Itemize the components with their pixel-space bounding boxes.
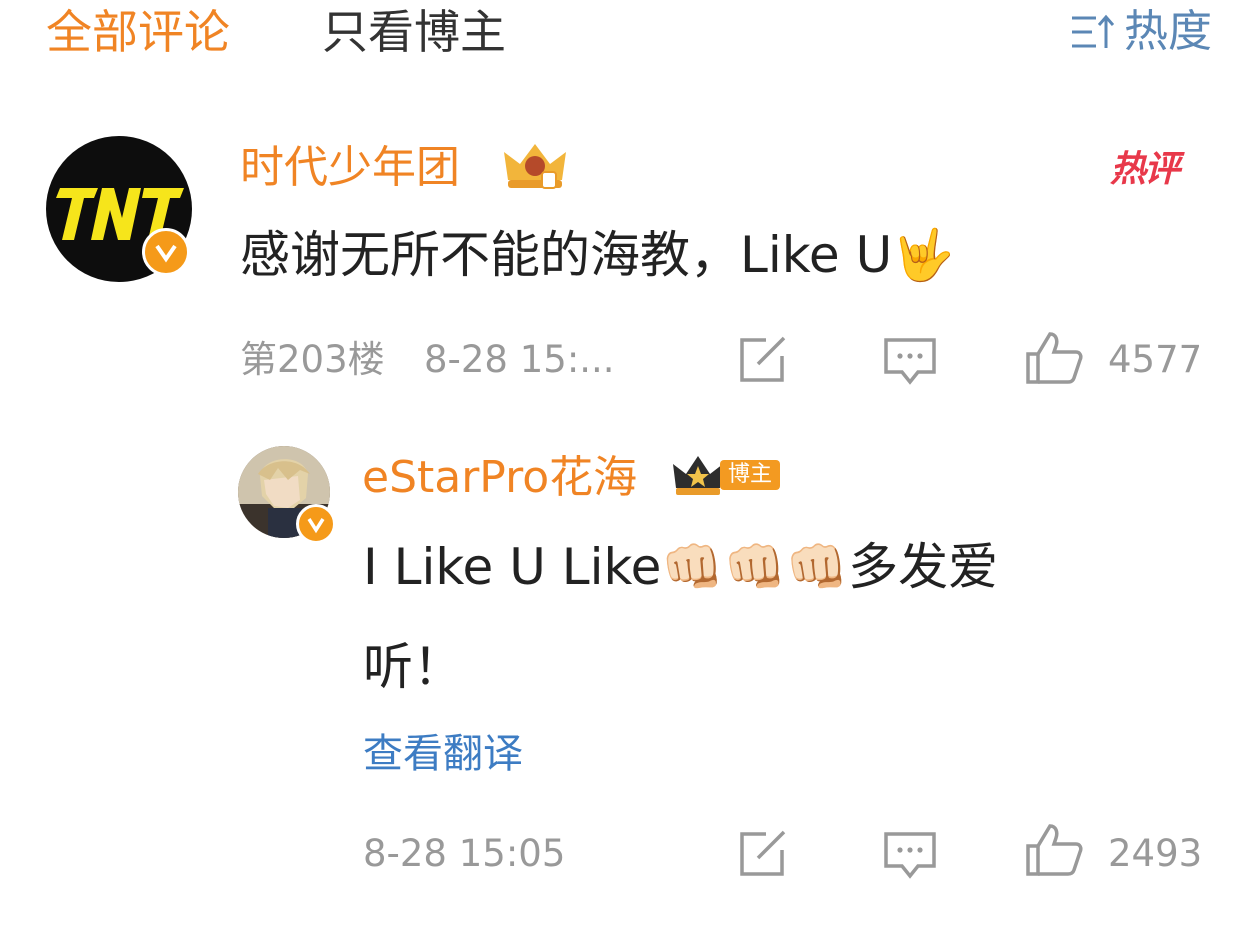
reply-text-line2: 听！ <box>363 638 463 696</box>
like-icon[interactable] <box>1024 822 1084 878</box>
sort-icon <box>1072 14 1114 48</box>
hot-comment-badge: 热评 <box>1110 149 1180 190</box>
comment-icon[interactable] <box>882 828 938 880</box>
share-icon[interactable] <box>736 828 792 880</box>
reply-username[interactable]: eStarPro花海 <box>362 450 637 506</box>
comment-username[interactable]: 时代少年团 <box>240 140 460 196</box>
comment-text: 感谢无所不能的海教，Like U🤟 <box>240 226 955 284</box>
comment-icon[interactable] <box>882 334 938 386</box>
crown-level-icon <box>504 144 566 189</box>
sort-button[interactable]: 热度 <box>1070 4 1212 60</box>
reply-time: 8-28 15:05 <box>363 832 566 875</box>
comment-floor: 第203楼 <box>240 338 385 381</box>
reply-avatar[interactable] <box>238 446 336 544</box>
like-icon[interactable] <box>1024 330 1084 386</box>
reply-text-line1: I Like U Like👊🏻👊🏻👊🏻多发爱 <box>363 538 999 596</box>
share-icon[interactable] <box>736 334 792 386</box>
like-count: 4577 <box>1108 338 1203 381</box>
crown-level-icon <box>673 456 723 495</box>
comment-time: 8-28 15:... <box>424 338 615 381</box>
verified-badge-icon <box>142 228 190 276</box>
sort-label: 热度 <box>1124 6 1212 57</box>
tab-all-comments[interactable]: 全部评论 <box>46 4 230 60</box>
like-count: 2493 <box>1108 832 1203 875</box>
tab-owner-only[interactable]: 只看博主 <box>322 4 506 60</box>
owner-tag-badge: 博主 <box>720 460 781 490</box>
avatar[interactable] <box>46 136 192 282</box>
verified-badge-icon <box>296 504 336 544</box>
view-translation-link[interactable]: 查看翻译 <box>363 726 523 782</box>
